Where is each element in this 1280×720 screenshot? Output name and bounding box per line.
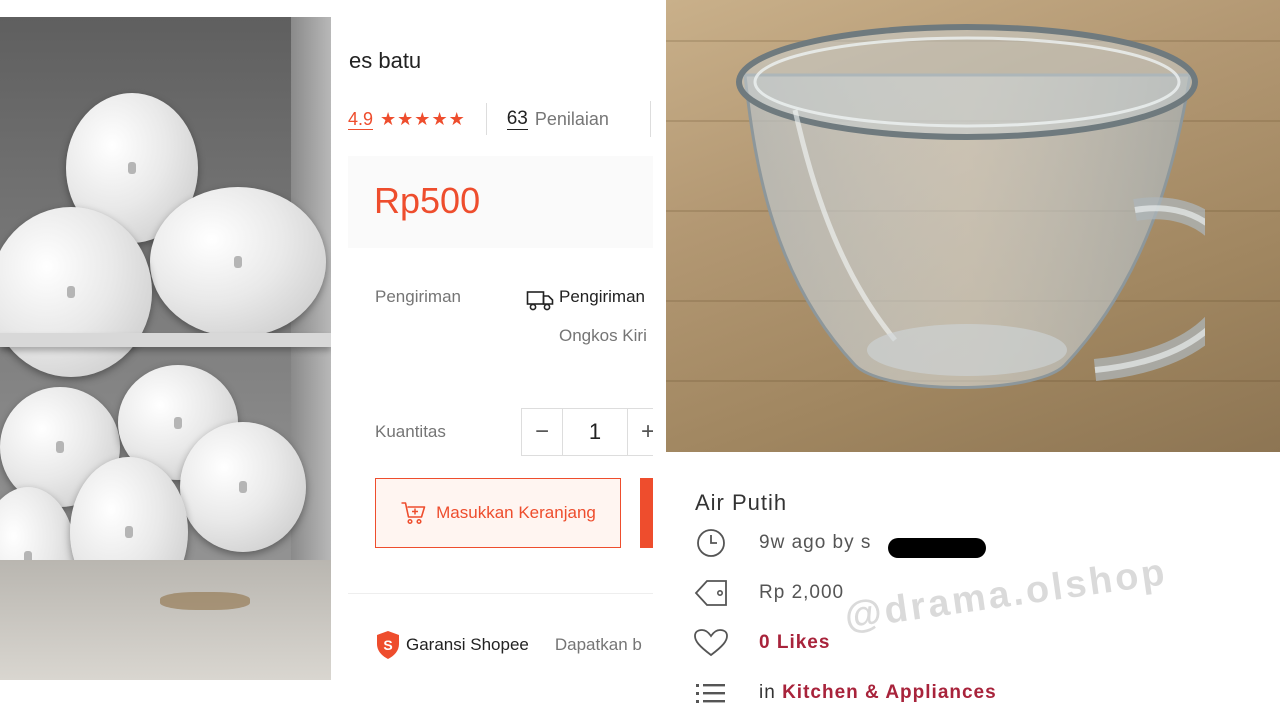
cart-icon [401,502,426,525]
listing-likes[interactable]: 0 Likes [759,632,830,654]
listing-category-row: in Kitchen & Appliances [693,678,997,708]
listing-likes-row: 0 Likes [693,628,830,658]
glass-cup [736,24,1205,389]
product-title: es batu [349,48,422,73]
freezer-floor [0,560,331,680]
rating-value[interactable]: 4.9 [348,109,374,130]
listing-posted: 9w ago by s [759,532,872,553]
quantity-label: Kuantitas [375,422,446,441]
guarantee-sub: Dapatkan b [554,635,642,654]
rating-row: 4.9 ★★★★★ 63 Penilaian [348,103,609,135]
listing-category: in Kitchen & Appliances [759,682,997,704]
freezer-shelf [0,333,331,347]
buy-now-button[interactable] [640,478,653,548]
add-to-cart-button[interactable]: Masukkan Keranjang [375,478,621,548]
guarantee-label: Garansi Shopee [406,635,529,654]
add-to-cart-label: Masukkan Keranjang [436,503,596,522]
ratings-label: Penilaian [534,108,609,129]
list-icon [696,684,725,703]
redacted-username [888,538,986,558]
shipping-fee-label: Ongkos Kiri [559,326,647,345]
listing-price: Rp 2,000 [759,582,845,603]
shipping-label: Pengiriman [375,287,461,306]
heart-icon[interactable] [693,628,729,658]
listing-price-row: Rp 2,000 [693,578,844,608]
quantity-increase-button[interactable]: + [627,408,653,456]
divider [650,101,651,137]
likes-label: Likes [776,632,831,653]
quantity-stepper: − 1 + [521,408,653,456]
svg-text:S: S [383,637,392,653]
likes-count: 0 [759,632,771,653]
ratings-count[interactable]: 63 [506,108,528,130]
shield-icon: S [377,631,399,659]
ice-bag [0,207,152,377]
divider [485,103,487,135]
quantity-input[interactable]: 1 [563,408,627,456]
truck-icon [526,291,554,311]
star-icon: ★★★★★ [380,108,466,129]
listing-posted-row: 9w ago by s [693,528,871,558]
listing-title: Air Putih [695,490,788,515]
divider [348,593,653,594]
price-tag-icon [694,580,727,606]
price-section: Rp500 [348,156,653,248]
product-price: Rp500 [374,180,481,221]
category-link[interactable]: Kitchen & Appliances [782,682,997,703]
rust-stain [160,592,250,610]
guarantee-row: S Garansi Shopee Dapatkan b [375,630,642,660]
shipping-value: Pengiriman [559,287,645,306]
ice-bag [150,187,326,337]
ice-bags-photo [0,17,331,680]
quantity-decrease-button[interactable]: − [521,408,563,456]
category-prefix: in [759,682,776,703]
ice-bag [180,422,306,552]
clock-icon [697,529,725,557]
shopee-product-panel: es batu 4.9 ★★★★★ 63 Penilaian Rp500 Pen… [331,0,653,720]
